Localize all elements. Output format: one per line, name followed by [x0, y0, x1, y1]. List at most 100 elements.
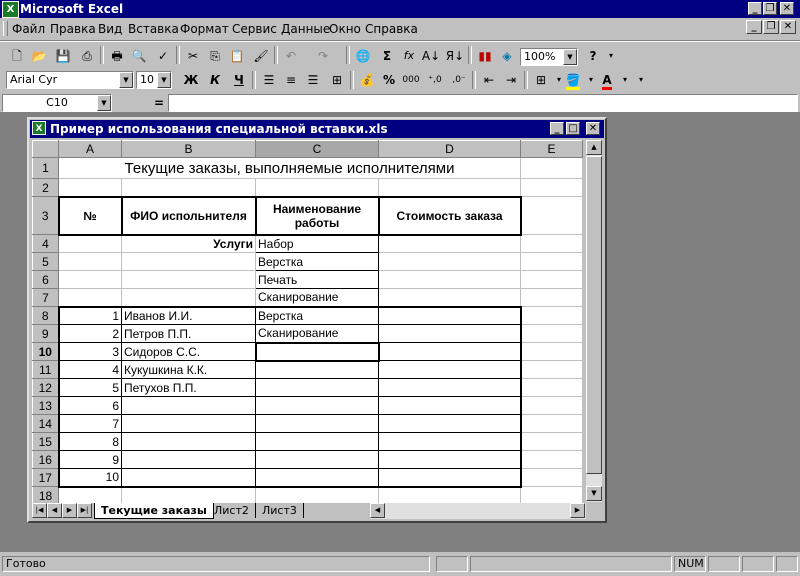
percent-button[interactable]: % — [378, 70, 400, 90]
cell-e[interactable] — [520, 288, 583, 307]
cell-d[interactable] — [378, 360, 522, 379]
cell-c[interactable] — [255, 450, 379, 469]
cell-a[interactable]: 6 — [57, 396, 122, 415]
cell-d[interactable]: Стоимость заказа — [377, 195, 522, 236]
row-header[interactable]: 2 — [32, 178, 59, 197]
scroll-down-icon[interactable]: ▼ — [586, 486, 602, 501]
cell-c[interactable]: Печать — [255, 270, 379, 289]
scroll-right-icon[interactable]: ▶ — [570, 503, 585, 518]
decrease-decimal-icon[interactable]: ,0⁻ — [448, 70, 470, 90]
cell-c[interactable] — [255, 178, 379, 197]
more-buttons-icon[interactable]: ▾ — [630, 70, 652, 90]
cell-b[interactable]: Услуги — [121, 234, 256, 253]
workbook-titlebar[interactable]: X Пример использования специальной встав… — [30, 120, 604, 138]
chevron-down-icon[interactable]: ▼ — [563, 49, 577, 65]
font-size-select[interactable]: 10 ▼ — [136, 71, 172, 89]
restore-button[interactable]: ❐ — [763, 2, 777, 15]
cell-e[interactable] — [520, 196, 583, 235]
doc-restore-button[interactable]: ❐ — [763, 20, 779, 34]
cell-c[interactable] — [255, 396, 379, 415]
italic-button[interactable]: К — [204, 70, 226, 90]
cell-b[interactable] — [121, 270, 256, 289]
cell-e[interactable] — [520, 486, 583, 505]
formula-input[interactable] — [168, 94, 798, 112]
undo-icon[interactable]: ↶ — [280, 46, 302, 66]
cell-b[interactable] — [121, 450, 256, 469]
chevron-down-icon[interactable]: ▼ — [157, 72, 171, 88]
align-center-icon[interactable]: ≡ — [280, 70, 302, 90]
cell-a[interactable] — [58, 486, 122, 505]
tab-sheet-1[interactable]: Текущие заказы — [94, 503, 214, 519]
cell-d[interactable] — [378, 306, 522, 325]
row-header[interactable]: 17 — [32, 468, 59, 487]
cell-e[interactable] — [520, 378, 583, 397]
cell-b[interactable] — [121, 288, 256, 308]
column-header-b[interactable]: B — [121, 140, 256, 158]
name-box[interactable]: C10 ▼ — [2, 94, 112, 112]
drawing-icon[interactable]: ◈ — [496, 46, 518, 66]
next-sheet-icon[interactable]: ▶ — [62, 503, 77, 518]
menu-data[interactable]: Данные — [281, 22, 330, 36]
row-header[interactable]: 6 — [32, 270, 59, 289]
row-header[interactable]: 1 — [32, 157, 59, 179]
row-header[interactable]: 10 — [32, 342, 59, 361]
print-icon[interactable]: 🖶 — [106, 46, 128, 66]
function-wizard-icon[interactable]: fx — [398, 46, 420, 66]
vertical-scrollbar[interactable]: ▲ ▼ — [586, 140, 602, 502]
cell-d[interactable] — [378, 252, 521, 271]
redo-icon[interactable]: ↷ — [312, 46, 334, 66]
wb-minimize-button[interactable]: _ — [550, 122, 564, 135]
cell-c[interactable]: Верстка — [255, 306, 379, 325]
cell-e[interactable] — [520, 270, 583, 289]
row-header[interactable]: 4 — [32, 234, 59, 253]
bold-button[interactable]: Ж — [180, 70, 202, 90]
cell-c[interactable] — [255, 414, 379, 433]
cell-b[interactable] — [121, 178, 256, 197]
column-header-c[interactable]: C — [255, 140, 379, 158]
cell-b[interactable] — [121, 432, 256, 451]
menu-view[interactable]: Вид — [98, 22, 122, 36]
cell-d[interactable] — [378, 468, 522, 488]
active-cell[interactable] — [254, 341, 380, 362]
cell-d[interactable] — [378, 378, 522, 397]
row-header[interactable]: 9 — [32, 324, 59, 343]
cell-d[interactable] — [378, 288, 521, 308]
row-header[interactable]: 15 — [32, 432, 59, 451]
doc-minimize-button[interactable]: _ — [746, 20, 762, 34]
cell-d[interactable] — [378, 414, 522, 433]
open-folder-icon[interactable]: 📂 — [28, 46, 50, 66]
cell-e[interactable] — [520, 234, 583, 253]
doc-close-button[interactable]: ✕ — [780, 20, 796, 34]
row-header[interactable]: 18 — [32, 486, 59, 505]
cell-b[interactable] — [121, 252, 256, 271]
menu-edit[interactable]: Правка — [50, 22, 96, 36]
scroll-left-icon[interactable]: ◀ — [370, 503, 385, 518]
cell-e[interactable] — [520, 450, 583, 469]
increase-indent-icon[interactable]: ⇥ — [500, 70, 522, 90]
column-header-e[interactable]: E — [520, 140, 583, 158]
merge-center-icon[interactable]: ⊞ — [326, 70, 348, 90]
sheet-title[interactable]: Текущие заказы, выполняемые исполнителям… — [58, 157, 521, 179]
cell-d[interactable] — [378, 432, 522, 451]
underline-button[interactable]: Ч — [228, 70, 250, 90]
workbook-icon[interactable]: X — [32, 121, 46, 135]
row-header[interactable]: 14 — [32, 414, 59, 433]
row-header[interactable]: 3 — [32, 196, 59, 235]
cell-d[interactable] — [378, 486, 521, 505]
formula-equals[interactable]: = — [154, 96, 164, 110]
menu-tools[interactable]: Сервис — [232, 22, 277, 36]
thousands-separator-button[interactable]: 000 — [400, 70, 422, 90]
cell-b[interactable] — [121, 486, 256, 505]
chart-wizard-icon[interactable]: ▮▮ — [474, 46, 496, 66]
minimize-button[interactable]: _ — [748, 2, 762, 15]
chevron-down-icon[interactable]: ▼ — [97, 95, 111, 111]
hyperlink-globe-icon[interactable]: 🌐 — [352, 46, 374, 66]
cell-b[interactable]: Петров П.П. — [121, 324, 256, 343]
cell-d[interactable] — [378, 396, 522, 415]
cell-a[interactable] — [58, 288, 122, 308]
cell-d[interactable] — [378, 270, 521, 289]
align-right-icon[interactable]: ☰ — [302, 70, 324, 90]
spelling-icon[interactable]: ✓ — [152, 46, 174, 66]
cell-b[interactable] — [121, 396, 256, 415]
scroll-thumb[interactable] — [586, 156, 602, 474]
